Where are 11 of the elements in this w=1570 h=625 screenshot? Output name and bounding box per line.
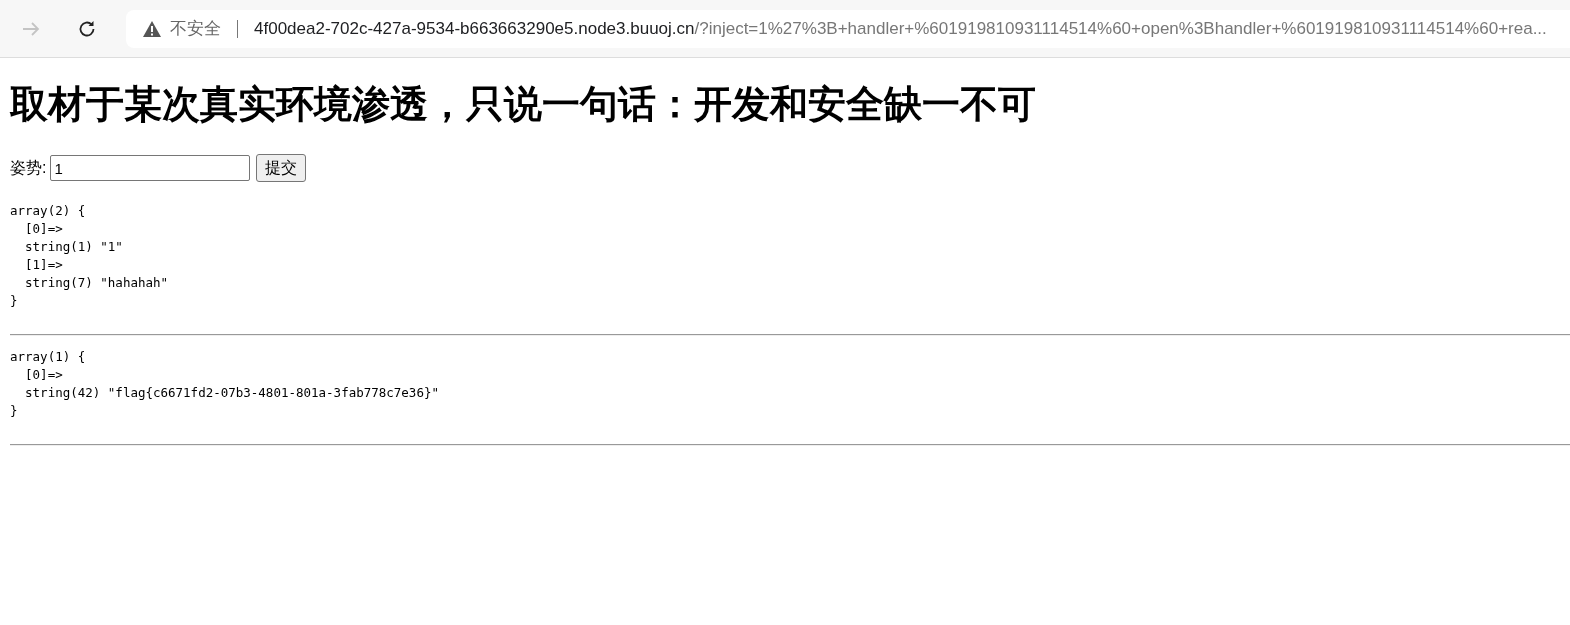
security-label: 不安全 xyxy=(170,18,221,40)
dump-output: array(2) { [0]=> string(1) "1" [1]=> string(7) "hahahah" } xyxy=(10,202,170,310)
field-label: 姿势: xyxy=(10,157,47,178)
address-bar[interactable]: 不安全 4f00dea2-702c-427a-9534-b663663290e5.node3.buuoj.cn/?inject=1%27%3B+handler+%601919810931114514%60+open%3Bhandler+%601919810931114514%60+rea... xyxy=(126,9,1570,48)
input-field[interactable]: 1 xyxy=(50,155,251,181)
url-path: /?inject=1%27%3B+handler+%601919810931114514%60+open%3Bhandler+%601919810931114514%60+rea... xyxy=(694,18,1547,39)
warning-icon xyxy=(142,19,162,38)
dump-output: array(1) { [0]=> string(42) "flag{c6671fd2-07b3-4801-801a-3fab778c7e36}" } xyxy=(10,348,440,420)
page-heading: 取材于某次真实环境渗透，只说一句话：开发和安全缺一不可 xyxy=(10,82,1037,127)
submit-button[interactable]: 提交 xyxy=(256,154,307,182)
url-host: 4f00dea2-702c-427a-9534-b663663290e5.node3.buuoj.cn xyxy=(254,18,695,39)
